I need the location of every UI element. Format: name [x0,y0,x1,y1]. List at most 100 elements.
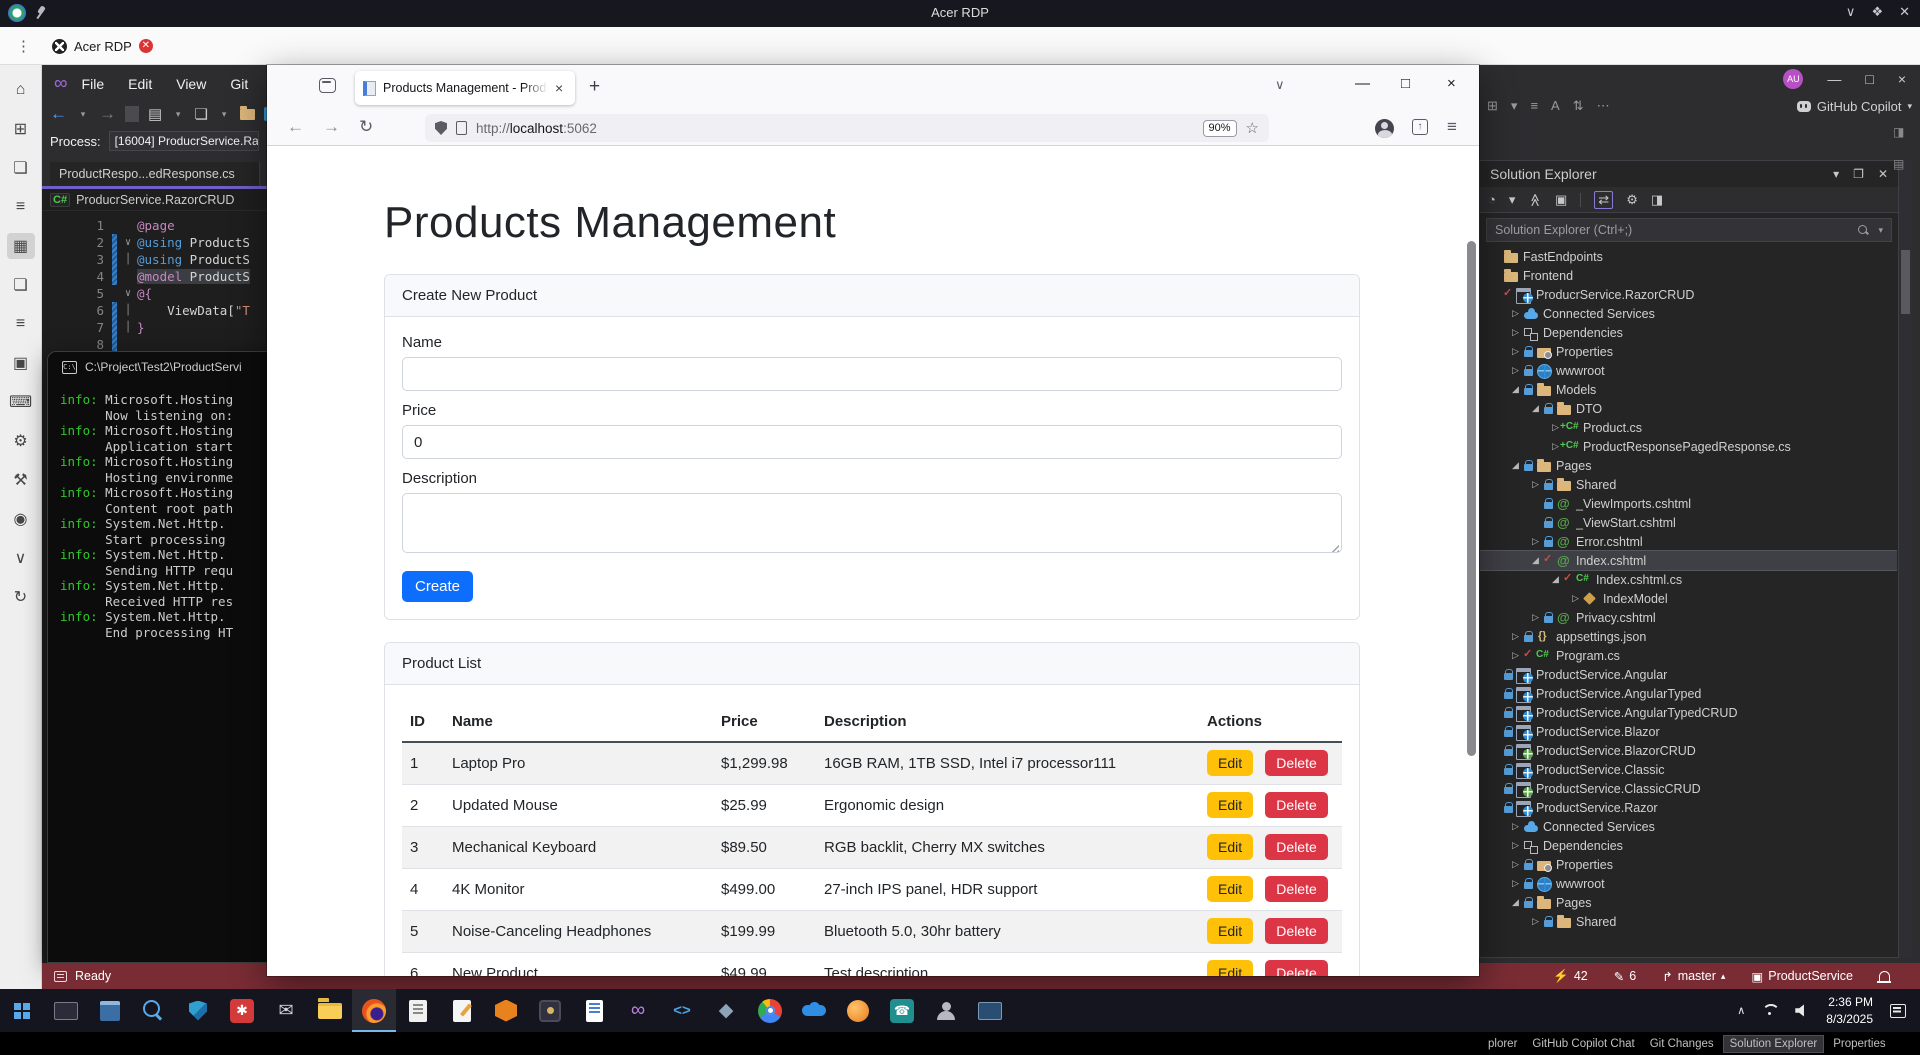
collapse-icon[interactable]: ∨ [119,237,137,248]
taskbar-app-button[interactable] [528,989,572,1032]
tree-item[interactable]: ◢ Models [1480,380,1897,399]
expander-icon[interactable]: ▷ [1508,840,1523,851]
vs-editor-toolbar-icon[interactable]: ⇅ [1573,98,1584,114]
expander-icon[interactable]: ▷ [1528,612,1543,623]
reload-icon[interactable]: ↻ [359,117,373,137]
expander-icon[interactable]: ▷ [1528,536,1543,547]
expander-icon[interactable]: ▷ [1508,346,1523,357]
tree-item[interactable]: ▷ Connected Services [1480,304,1897,323]
sidebar-tool-icon[interactable]: ❏ [7,155,35,181]
tree-item[interactable]: ▷ wwwroot [1480,874,1897,893]
taskbar-app-button[interactable] [924,989,968,1032]
delete-button[interactable]: Delete [1265,876,1328,902]
vs-editor-toolbar-icon[interactable]: A [1551,98,1560,114]
panel-tab[interactable]: Solution Explorer [1722,1035,1825,1053]
taskbar-app-button[interactable] [792,989,836,1032]
sidebar-tool-icon[interactable]: ▣ [7,350,35,376]
remote-maximize-icon[interactable]: ❖ [1871,4,1883,20]
browser-maximize-button[interactable]: □ [1401,75,1410,92]
panel-tab[interactable]: Properties [1827,1036,1891,1052]
explorer-toolbar-icon[interactable]: ▾ [1509,192,1516,208]
taskbar-app-button[interactable] [88,989,132,1032]
tree-item[interactable]: ▷ wwwroot [1480,361,1897,380]
expander-icon[interactable]: ◢ [1528,555,1543,566]
firefox-view-icon[interactable] [319,78,336,93]
tree-item[interactable]: ▷ Program.cs [1480,646,1897,665]
tree-item[interactable]: ▷ ProductResponsePagedResponse.cs [1480,437,1897,456]
taskbar-app-button[interactable]: ✉ [264,989,308,1032]
tree-item[interactable]: ▷ Properties [1480,855,1897,874]
taskbar-app-button[interactable] [132,989,176,1032]
edit-button[interactable]: Edit [1207,876,1254,902]
taskbar-app-button[interactable] [308,989,352,1032]
vs-maximize-icon[interactable]: □ [1865,71,1873,87]
git-branch-status[interactable]: ↱ master ▴ [1662,969,1725,984]
panel-float-icon[interactable]: ❐ [1853,167,1864,181]
vs-toolbar-icon[interactable]: ▾ [217,109,231,120]
vs-editor-toolbar-icon[interactable]: ≡ [1530,98,1538,114]
volume-icon[interactable] [1795,1004,1804,1017]
tree-item[interactable]: ▷ Error.cshtml [1480,532,1897,551]
sidebar-tool-icon[interactable]: ⌂ [7,77,35,103]
expander-icon[interactable]: ▷ [1508,631,1523,642]
tree-item[interactable]: ProductService.Blazor [1480,722,1897,741]
forward-icon[interactable]: → [323,117,340,137]
edit-button[interactable]: Edit [1207,792,1254,818]
tab-menu-icon[interactable]: ⋮ [16,37,31,55]
vs-minimize-icon[interactable]: — [1827,71,1841,87]
tree-item[interactable]: ▷ Privacy.cshtml [1480,608,1897,627]
tree-item[interactable]: ▷ appsettings.json [1480,627,1897,646]
name-input[interactable] [402,357,1342,391]
tree-item[interactable]: _ViewStart.cshtml [1480,513,1897,532]
taskbar-app-button[interactable] [748,989,792,1032]
vs-editor-toolbar-icon[interactable]: ⋯ [1597,98,1610,114]
url-text[interactable]: http://localhost:5062 [476,121,1194,136]
tree-item[interactable]: _ViewImports.cshtml [1480,494,1897,513]
taskbar-app-button[interactable] [396,989,440,1032]
browser-minimize-button[interactable]: — [1355,75,1370,92]
explorer-toolbar-icon[interactable]: ⚙ [1626,192,1638,208]
browser-tab[interactable]: Products Management - Produc × [355,71,575,105]
create-button[interactable]: Create [402,571,474,602]
expander-icon[interactable]: ▷ [1508,308,1523,319]
tree-scrollbar[interactable] [1898,160,1912,958]
expander-icon[interactable]: ▷ [1568,593,1583,604]
tree-item[interactable]: ProducrService.RazorCRUD [1480,285,1897,304]
panel-tab[interactable]: plorer [1482,1036,1523,1052]
explorer-toolbar-icon[interactable]: ▣ [1555,192,1567,208]
sidebar-tool-icon[interactable]: ⌨ [7,389,35,415]
tree-item[interactable]: ▷ IndexModel [1480,589,1897,608]
notifications-button[interactable] [1877,971,1891,983]
vs-menu-item[interactable]: Git [230,76,248,92]
tree-item[interactable]: ▷ Connected Services [1480,817,1897,836]
tree-item[interactable]: ProductService.ClassicCRUD [1480,779,1897,798]
tree-item[interactable]: ◢ Index.cshtml [1480,550,1897,571]
panel-tab[interactable]: GitHub Copilot Chat [1526,1036,1640,1052]
price-input[interactable] [402,425,1342,459]
bookmark-star-icon[interactable]: ☆ [1246,119,1259,137]
github-copilot-badge[interactable]: GitHub Copilot ▾ [1796,99,1912,114]
tree-item[interactable]: ▷ Shared [1480,475,1897,494]
tree-item[interactable]: ▷ Product.cs [1480,418,1897,437]
collapse-icon[interactable]: ∨ [119,288,137,299]
url-bar[interactable]: http://localhost:5062 90% ☆ [425,114,1269,142]
edit-button[interactable]: Edit [1207,960,1254,976]
taskbar-app-button[interactable] [572,989,616,1032]
tree-item[interactable]: ProductService.AngularTypedCRUD [1480,703,1897,722]
tree-item[interactable]: ProductService.BlazorCRUD [1480,741,1897,760]
tree-item[interactable]: ProductService.Razor [1480,798,1897,817]
task-center-icon[interactable] [54,970,67,982]
tree-item[interactable]: ◢ Pages [1480,893,1897,912]
remote-minimize-icon[interactable]: ∨ [1846,4,1856,20]
sidebar-tool-icon[interactable]: ⚙ [7,428,35,454]
tree-item[interactable]: ProductService.Classic [1480,760,1897,779]
sidebar-tool-icon[interactable]: ▦ [6,233,35,259]
back-icon[interactable]: ← [287,117,304,137]
expander-icon[interactable]: ▷ [1508,878,1523,889]
remote-tab-acer-rdp[interactable]: Acer RDP ✕ [46,30,158,62]
expander-icon[interactable]: ▷ [1508,365,1523,376]
tree-item[interactable]: Frontend [1480,266,1897,285]
vs-toolbar-icon[interactable]: ▤ [148,105,162,123]
tree-item[interactable]: FastEndpoints [1480,247,1897,266]
expander-icon[interactable]: ▷ [1508,650,1523,661]
